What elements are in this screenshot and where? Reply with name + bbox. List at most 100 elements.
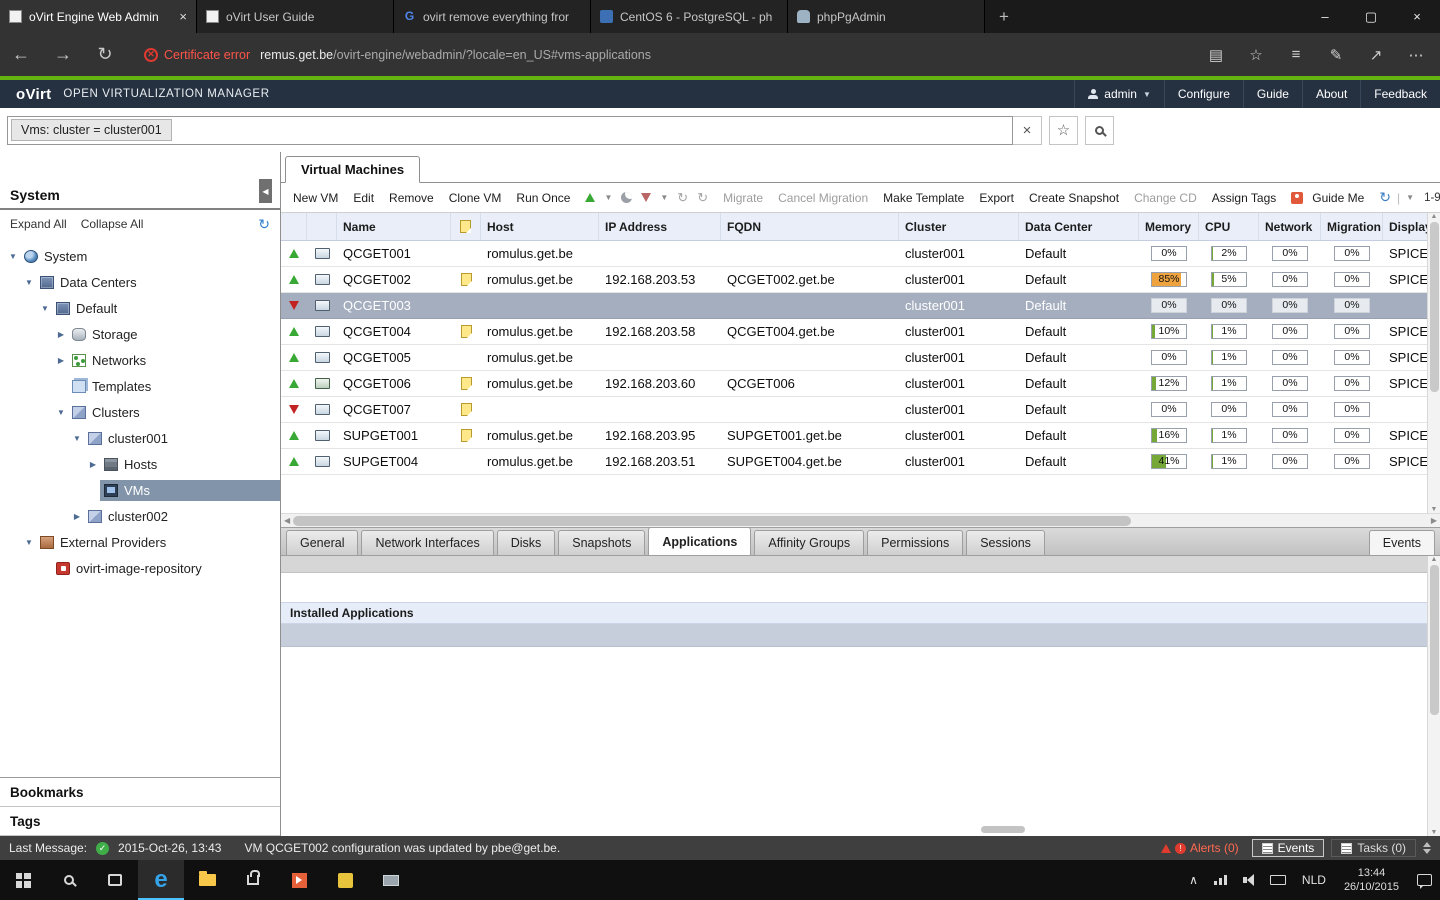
vm-row-qcget006[interactable]: QCGET006 romulus.get.be 192.168.203.60 QCGE…: [281, 371, 1440, 397]
tree-item-cluster001[interactable]: ▼ cluster001: [0, 425, 280, 451]
detail-tab-events[interactable]: Events: [1368, 530, 1435, 555]
browser-tab-ovirt-remove-everything-fror[interactable]: Govirt remove everything fror: [394, 0, 591, 33]
reading-view-icon[interactable]: ▤: [1196, 46, 1236, 64]
tree-expander-icon[interactable]: ▼: [6, 252, 20, 261]
tray-expand-icon[interactable]: ∧: [1181, 873, 1206, 887]
volume-icon[interactable]: [1235, 874, 1262, 886]
column-network[interactable]: Network: [1259, 213, 1321, 240]
sidebar-collapse-button[interactable]: ◀: [259, 179, 272, 203]
detail-tab-applications[interactable]: Applications: [648, 527, 752, 555]
detail-vertical-scrollbar[interactable]: ▲ ▼: [1427, 556, 1440, 836]
scroll-right-icon[interactable]: ▶: [1431, 516, 1437, 525]
detail-tab-affinity-groups[interactable]: Affinity Groups: [754, 530, 865, 555]
browser-tab-centos-6-postgresql-ph[interactable]: CentOS 6 - PostgreSQL - ph: [591, 0, 788, 33]
taskbar-app8-button[interactable]: [368, 860, 414, 900]
run-chevron-icon[interactable]: ▼: [604, 193, 612, 202]
more-options-icon[interactable]: ⋯: [1396, 46, 1436, 64]
toolbar-button-clone-vm[interactable]: Clone VM: [449, 191, 502, 205]
action-center-icon[interactable]: [1409, 874, 1440, 889]
tree-expander-icon[interactable]: ▼: [22, 538, 36, 547]
tree-expander-icon[interactable]: ▶: [54, 330, 68, 339]
tree-expander-icon[interactable]: ▶: [86, 460, 100, 469]
search-input[interactable]: Vms: cluster = cluster001: [7, 115, 1013, 145]
search-bookmark-button[interactable]: ☆: [1049, 115, 1078, 145]
tab-virtual-machines[interactable]: Virtual Machines: [285, 156, 421, 183]
grid-horizontal-scrollbar[interactable]: ◀ ▶: [281, 513, 1440, 527]
detail-hscroll-thumb[interactable]: [981, 826, 1025, 833]
taskbar-clock[interactable]: 13:44 26/10/2015: [1334, 866, 1409, 894]
vm-row-qcget005[interactable]: QCGET005 romulus.get.be cluster001 Default 0…: [281, 345, 1440, 371]
taskbar-edge-button[interactable]: e: [138, 860, 184, 900]
tree-expander-icon[interactable]: ▼: [70, 434, 84, 443]
column-cluster[interactable]: Cluster: [899, 213, 1019, 240]
tree-item-ovirt-image-repository[interactable]: ovirt-image-repository: [0, 555, 280, 581]
guide-me-button[interactable]: Guide Me: [1291, 191, 1364, 205]
tree-item-external-providers[interactable]: ▼ External Providers: [0, 529, 280, 555]
toolbar-button-create-snapshot[interactable]: Create Snapshot: [1029, 191, 1119, 205]
forward-button[interactable]: →: [42, 44, 84, 65]
toolbar-button-new-vm[interactable]: New VM: [293, 191, 338, 205]
maximize-button[interactable]: ▢: [1348, 0, 1394, 33]
statusbar-expand-control[interactable]: [1423, 842, 1431, 854]
minimize-button[interactable]: –: [1302, 0, 1348, 33]
column-datacenter[interactable]: Data Center: [1019, 213, 1139, 240]
detail-tab-permissions[interactable]: Permissions: [867, 530, 964, 555]
column-fqdn[interactable]: FQDN: [721, 213, 899, 240]
tree-item-clusters[interactable]: ▼ Clusters: [0, 399, 280, 425]
column-host[interactable]: Host: [481, 213, 599, 240]
tags-panel-header[interactable]: Tags: [0, 807, 280, 836]
tree-item-vms[interactable]: VMs: [0, 477, 280, 503]
close-button[interactable]: ×: [1394, 0, 1440, 33]
search-button[interactable]: [1085, 115, 1114, 145]
menu-configure[interactable]: Configure: [1163, 80, 1243, 108]
network-icon[interactable]: [1206, 875, 1235, 885]
taskbar-search-button[interactable]: [46, 860, 92, 900]
refresh-button[interactable]: ↻: [84, 44, 126, 65]
vm-row-supget004[interactable]: SUPGET004 romulus.get.be 192.168.203.51 SUP…: [281, 449, 1440, 475]
taskbar-explorer-button[interactable]: [184, 860, 230, 900]
vm-row-qcget002[interactable]: QCGET002 romulus.get.be 192.168.203.53 QCGE…: [281, 267, 1440, 293]
tasks-button[interactable]: Tasks (0): [1331, 839, 1416, 857]
tree-item-networks[interactable]: ▶ Networks: [0, 347, 280, 373]
column-ip[interactable]: IP Address: [599, 213, 721, 240]
start-button[interactable]: [0, 860, 46, 900]
collapse-all-link[interactable]: Collapse All: [81, 217, 144, 231]
scroll-left-icon[interactable]: ◀: [284, 516, 290, 525]
tree-item-system[interactable]: ▼ System: [0, 243, 280, 269]
detail-scroll-up-icon[interactable]: ▲: [1431, 556, 1438, 563]
menu-about[interactable]: About: [1301, 80, 1360, 108]
detail-tab-sessions[interactable]: Sessions: [966, 530, 1045, 555]
shutdown-chevron-icon[interactable]: ▼: [660, 193, 668, 202]
touch-keyboard-icon[interactable]: [1262, 875, 1294, 885]
bookmarks-panel-header[interactable]: Bookmarks: [0, 778, 280, 807]
reboot-icon[interactable]: ↻: [677, 190, 688, 206]
expand-all-link[interactable]: Expand All: [10, 217, 67, 231]
toolbar-button-assign-tags[interactable]: Assign Tags: [1212, 191, 1276, 205]
menu-feedback[interactable]: Feedback: [1360, 80, 1440, 108]
task-view-button[interactable]: [92, 860, 138, 900]
search-clear-button[interactable]: ×: [1013, 115, 1042, 145]
tree-expander-icon[interactable]: ▼: [38, 304, 52, 313]
tree-refresh-icon[interactable]: ↻: [258, 216, 270, 233]
grid-scroll-thumb[interactable]: [1429, 222, 1439, 392]
menu-guide[interactable]: Guide: [1242, 80, 1302, 108]
favorites-star-icon[interactable]: ☆: [1236, 46, 1276, 64]
taskbar-app7-button[interactable]: [322, 860, 368, 900]
new-tab-button[interactable]: +: [985, 0, 1023, 33]
user-menu[interactable]: admin ▼: [1074, 80, 1164, 108]
grid-hscroll-thumb[interactable]: [293, 516, 1131, 526]
vm-row-supget001[interactable]: SUPGET001 romulus.get.be 192.168.203.95 SUP…: [281, 423, 1440, 449]
column-cpu[interactable]: CPU: [1199, 213, 1259, 240]
toolbar-button-edit[interactable]: Edit: [353, 191, 374, 205]
toolbar-button-make-template[interactable]: Make Template: [883, 191, 964, 205]
detail-tab-general[interactable]: General: [286, 530, 359, 555]
console-icon[interactable]: ↻: [697, 190, 708, 206]
tree-expander-icon[interactable]: ▶: [54, 356, 68, 365]
hub-icon[interactable]: ≡: [1276, 46, 1316, 63]
detail-scroll-down-icon[interactable]: ▼: [1431, 829, 1438, 836]
back-button[interactable]: ←: [0, 44, 42, 65]
search-query-chip[interactable]: Vms: cluster = cluster001: [11, 119, 172, 141]
run-icon[interactable]: [585, 193, 596, 202]
detail-tab-snapshots[interactable]: Snapshots: [558, 530, 646, 555]
column-migration[interactable]: Migration: [1321, 213, 1383, 240]
